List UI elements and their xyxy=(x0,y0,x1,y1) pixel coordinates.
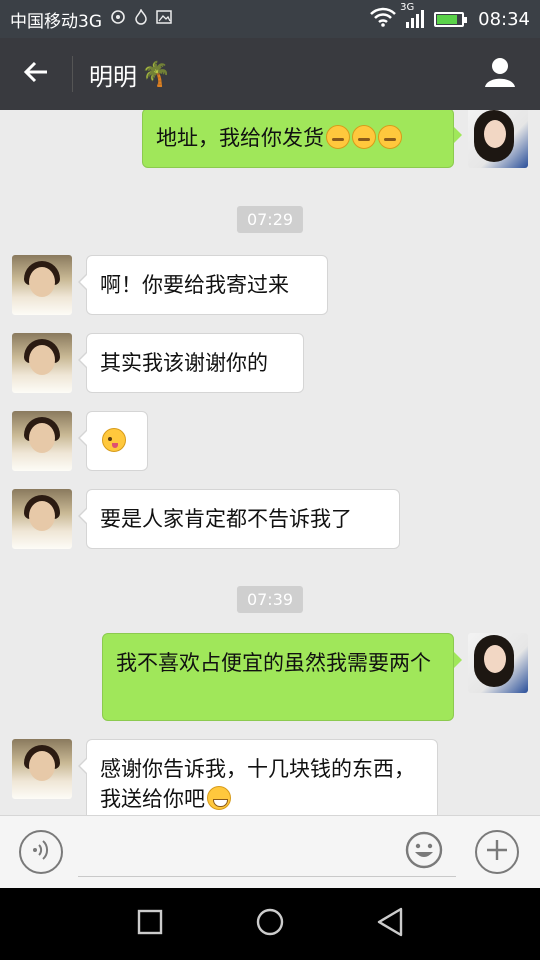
status-bar: 中国移动3G 3G 08:34 xyxy=(0,0,540,38)
plus-icon xyxy=(485,838,509,866)
profile-button[interactable] xyxy=(460,38,540,110)
thinking-emoji xyxy=(352,125,376,149)
emoji-face-icon xyxy=(405,831,443,873)
signal-icon: 3G xyxy=(400,2,425,28)
back-triangle-icon xyxy=(376,907,404,941)
message-text: 我不喜欢占便宜的虽然我需要两个 xyxy=(116,651,431,675)
message-bubble-received[interactable]: 感谢你告诉我，十几块钱的东西，我送给你吧 xyxy=(78,739,438,815)
contact-avatar[interactable] xyxy=(12,489,72,549)
my-avatar[interactable] xyxy=(468,633,528,693)
plus-button[interactable] xyxy=(475,830,519,874)
thinking-emoji xyxy=(378,125,402,149)
thinking-emoji xyxy=(326,125,350,149)
my-avatar[interactable] xyxy=(468,110,528,168)
message-bubble-received[interactable] xyxy=(78,411,148,471)
input-bar xyxy=(0,815,540,888)
message-text: 其实我该谢谢你的 xyxy=(100,351,268,375)
message-bubble-received[interactable]: 要是人家肯定都不告诉我了 xyxy=(78,489,400,549)
recent-apps-button[interactable] xyxy=(132,906,168,942)
emoji-button[interactable] xyxy=(402,830,446,874)
contact-avatar[interactable] xyxy=(12,333,72,393)
voice-icon xyxy=(31,839,51,865)
wink-emoji xyxy=(102,428,126,452)
message-input[interactable] xyxy=(78,828,456,877)
chat-header: 明明 🌴 xyxy=(0,38,540,110)
fire-icon xyxy=(134,8,148,29)
message-text: 要是人家肯定都不告诉我了 xyxy=(100,507,352,531)
grin-emoji xyxy=(207,786,231,810)
network-type-label: 3G xyxy=(400,2,415,13)
back-button[interactable] xyxy=(0,38,72,110)
timestamp: 07:39 xyxy=(236,586,304,613)
image-icon xyxy=(156,9,172,29)
settings-icon xyxy=(110,9,126,29)
message-bubble-received[interactable]: 其实我该谢谢你的 xyxy=(78,333,304,393)
battery-icon xyxy=(434,11,468,27)
message-bubble-received[interactable]: 啊！你要给我寄过来 xyxy=(78,255,328,315)
contact-avatar[interactable] xyxy=(12,411,72,471)
contact-avatar[interactable] xyxy=(12,739,72,799)
back-nav-button[interactable] xyxy=(372,906,408,942)
user-icon xyxy=(484,56,516,92)
system-nav-bar xyxy=(0,888,540,960)
back-arrow-icon xyxy=(23,59,49,89)
message-text: 感谢你告诉我，十几块钱的东西，我送给你吧 xyxy=(100,757,415,811)
message-bubble-sent[interactable]: 地址，我给你发货 xyxy=(142,110,462,168)
home-icon xyxy=(255,907,285,941)
header-divider xyxy=(72,56,73,92)
message-bubble-sent[interactable]: 我不喜欢占便宜的虽然我需要两个 xyxy=(102,633,462,721)
message-text: 地址，我给你发货 xyxy=(156,126,324,150)
carrier-label: 中国移动3G xyxy=(10,11,102,32)
recent-apps-icon xyxy=(137,909,163,939)
timestamp: 07:29 xyxy=(236,206,304,233)
contact-name: 明明 xyxy=(89,62,137,91)
chat-area[interactable]: 地址，我给你发货 07:29 啊！你要给我寄过来 其实我该谢谢你的 要是人家肯定… xyxy=(0,110,540,815)
voice-button[interactable] xyxy=(19,830,63,874)
home-button[interactable] xyxy=(252,906,288,942)
message-text: 啊！你要给我寄过来 xyxy=(100,273,289,297)
contact-title: 明明 🌴 xyxy=(89,57,171,92)
clock: 08:34 xyxy=(478,8,530,30)
palm-tree-emoji: 🌴 xyxy=(141,60,171,88)
contact-avatar[interactable] xyxy=(12,255,72,315)
wifi-icon xyxy=(370,7,397,32)
